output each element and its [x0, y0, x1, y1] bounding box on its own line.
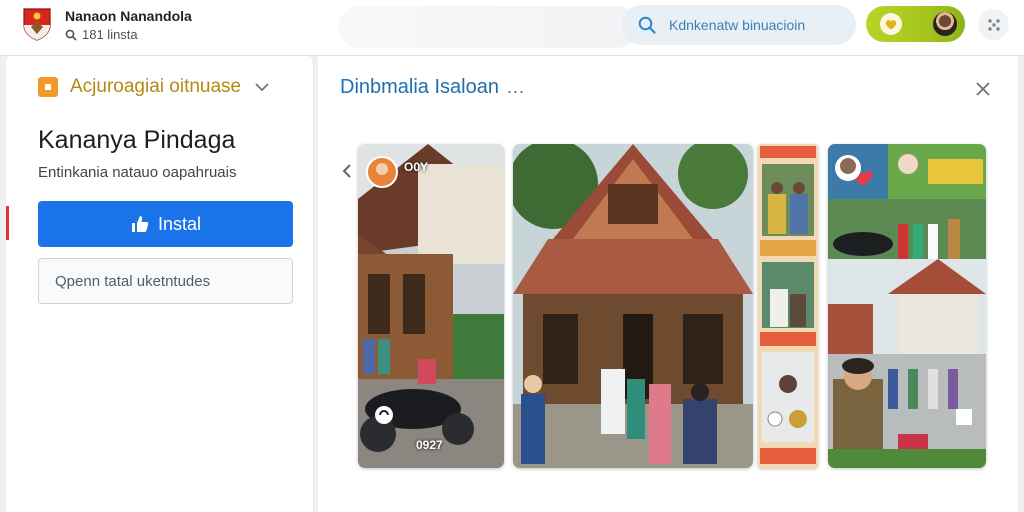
- screenshot-2[interactable]: [513, 144, 753, 468]
- search-small-icon: [65, 29, 77, 41]
- grid-dots-icon[interactable]: [978, 9, 1009, 40]
- thumbs-up-icon: [131, 216, 149, 232]
- app-name: Nanaon Nanandola: [65, 8, 192, 24]
- screenshot-1-badge: O0Y: [404, 160, 429, 174]
- category-dropdown[interactable]: Acjuroagiai oitnuase: [38, 76, 271, 98]
- screenshot-1-caption: 0927: [416, 438, 443, 452]
- top-bar: Nanaon Nanandola 181 linsta Kdnkenatw bi…: [0, 0, 1024, 56]
- account-pill[interactable]: [866, 6, 965, 42]
- app-description: Entinkania natauo oapahruais: [38, 164, 237, 181]
- app-subtitle-text: 181 linsta: [82, 27, 138, 42]
- app-details-card: Acjuroagiai oitnuase Kananya Pindaga Ent…: [6, 56, 314, 512]
- category-label: Acjuroagiai oitnuase: [70, 76, 242, 97]
- screenshot-1[interactable]: O0Y 0927: [358, 144, 504, 468]
- search-field[interactable]: Kdnkenatw binuacioin: [622, 5, 856, 45]
- user-avatar[interactable]: [933, 12, 957, 36]
- app-title: Kananya Pindaga: [38, 126, 236, 154]
- more-options-button[interactable]: ...: [507, 77, 525, 98]
- close-icon[interactable]: [972, 78, 994, 100]
- install-button[interactable]: Instal: [38, 201, 293, 247]
- chevron-left-icon[interactable]: [340, 160, 354, 182]
- heart-icon[interactable]: [880, 13, 902, 35]
- screenshot-3-image: [758, 144, 818, 468]
- gallery-title-row: Dinbmalia Isaloan ...: [340, 76, 525, 99]
- screenshot-4[interactable]: [828, 144, 986, 468]
- screenshot-2-image: [513, 144, 753, 468]
- empty-address-bar: [338, 6, 638, 48]
- install-label: Instal: [157, 213, 202, 234]
- screenshot-4-image: [828, 144, 986, 468]
- app-subtitle: 181 linsta: [65, 27, 138, 42]
- search-icon: [638, 16, 656, 34]
- screenshot-1-image: [358, 144, 504, 468]
- chevron-down-icon: [255, 83, 269, 92]
- category-icon: [38, 77, 58, 97]
- screenshot-3[interactable]: [758, 144, 818, 468]
- app-logo-icon: [23, 8, 51, 41]
- gallery-panel: Dinbmalia Isaloan ... O0Y 0927: [318, 56, 1018, 512]
- gallery-title: Dinbmalia Isaloan: [340, 76, 499, 98]
- open-tutorial-field[interactable]: Qpenn tatal uketntudes: [38, 258, 293, 304]
- search-placeholder: Kdnkenatw binuacioin: [669, 17, 806, 33]
- edge-marker: [6, 206, 9, 240]
